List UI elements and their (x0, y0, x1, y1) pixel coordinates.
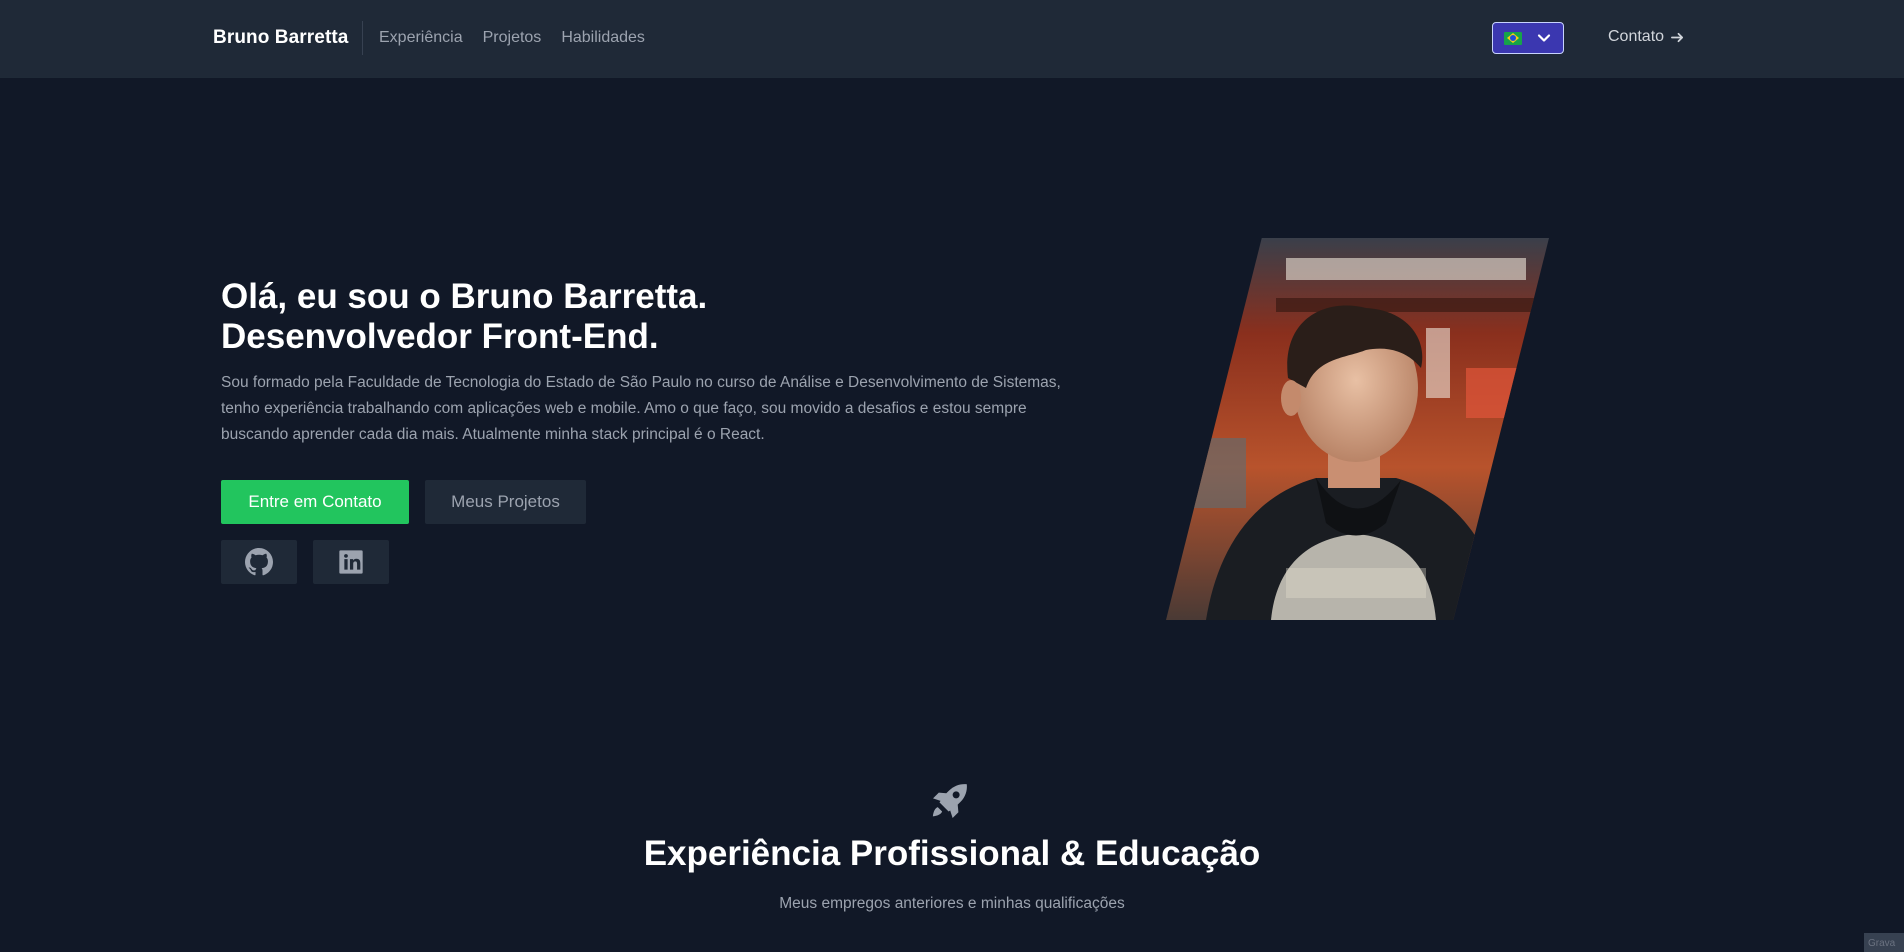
arrow-right-icon (1671, 32, 1684, 42)
brand-name[interactable]: Bruno Barretta (213, 27, 348, 49)
contact-link-label: Contato (1608, 28, 1665, 45)
linkedin-button[interactable] (313, 540, 389, 584)
section-title: Experiência Profissional & Educação (643, 834, 1261, 873)
contact-link[interactable]: Contato (1608, 28, 1685, 46)
projects-button[interactable]: Meus Projetos (425, 480, 586, 524)
contact-button[interactable]: Entre em Contato (221, 480, 409, 524)
hero-title: Olá, eu sou o Bruno Barretta. Desenvolve… (221, 277, 707, 357)
nav-link-experience[interactable]: Experiência (379, 29, 463, 47)
section-subtitle: Meus empregos anteriores e minhas qualif… (779, 895, 1125, 912)
nav-link-skills[interactable]: Habilidades (561, 29, 645, 47)
linkedin-icon (339, 550, 363, 574)
nav-divider (362, 21, 363, 55)
profile-photo (1166, 238, 1549, 620)
nav-link-projects[interactable]: Projetos (483, 29, 542, 47)
github-button[interactable] (221, 540, 297, 584)
language-select[interactable] (1492, 22, 1564, 54)
hero-title-line1: Olá, eu sou o Bruno Barretta. (221, 277, 708, 316)
rocket-icon (932, 784, 967, 818)
hero-description: Sou formado pela Faculdade de Tecnologia… (221, 374, 1061, 443)
github-icon (245, 548, 273, 576)
brazil-flag-icon (1504, 31, 1522, 45)
corner-badge: Grava (1864, 933, 1904, 952)
nav-links: Experiência Projetos Habilidades (379, 29, 645, 47)
hero-title-line2: Desenvolvedor Front-End. (221, 317, 659, 356)
top-navbar: Bruno Barretta Experiência Projetos Habi… (0, 0, 1904, 78)
chevron-down-icon (1537, 34, 1551, 42)
